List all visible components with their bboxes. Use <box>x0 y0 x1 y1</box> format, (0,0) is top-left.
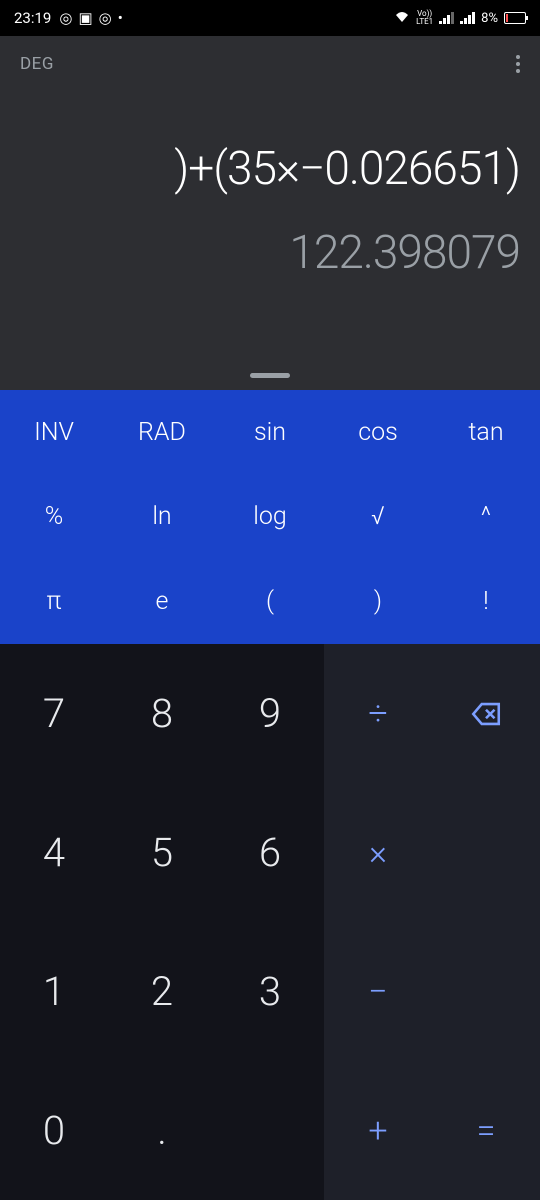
empty-button <box>216 1061 324 1200</box>
empty-op-2 <box>432 922 540 1061</box>
calculator-display: )+(35×−0.026651) 122.398079 <box>0 92 540 390</box>
multiply-button[interactable]: × <box>324 783 432 922</box>
digit-3-button[interactable]: 3 <box>216 922 324 1061</box>
inv-button[interactable]: INV <box>0 390 108 475</box>
delete-button[interactable] <box>432 644 540 783</box>
lte-label: LTE1 <box>416 18 433 26</box>
result-text: 122.398079 <box>20 226 520 280</box>
log-button[interactable]: log <box>216 475 324 560</box>
digit-5-button[interactable]: 5 <box>108 783 216 922</box>
ln-button[interactable]: ln <box>108 475 216 560</box>
app-header: DEG <box>0 36 540 92</box>
tan-button[interactable]: tan <box>432 390 540 475</box>
percent-button[interactable]: % <box>0 475 108 560</box>
angle-mode-label[interactable]: DEG <box>20 54 54 74</box>
number-pad: 7 8 9 4 5 6 1 2 3 0 . <box>0 644 324 1200</box>
wifi-icon <box>394 10 410 26</box>
expression-text[interactable]: )+(35×−0.026651) <box>20 142 520 196</box>
digit-6-button[interactable]: 6 <box>216 783 324 922</box>
e-button[interactable]: e <box>108 559 216 644</box>
plus-button[interactable]: + <box>324 1061 432 1200</box>
digit-1-button[interactable]: 1 <box>0 922 108 1061</box>
scientific-panel: INV RAD sin cos tan % ln log √ ^ π e ( )… <box>0 390 540 644</box>
power-button[interactable]: ^ <box>432 475 540 560</box>
digit-2-button[interactable]: 2 <box>108 922 216 1061</box>
rparen-button[interactable]: ) <box>324 559 432 644</box>
decimal-button[interactable]: . <box>108 1061 216 1200</box>
sin-button[interactable]: sin <box>216 390 324 475</box>
divide-button[interactable]: ÷ <box>324 644 432 783</box>
cos-button[interactable]: cos <box>324 390 432 475</box>
digit-0-button[interactable]: 0 <box>0 1061 108 1200</box>
status-notification-icons: ◎ ▣ ◎ • <box>59 9 122 27</box>
battery-icon <box>504 12 526 24</box>
image-icon: ▣ <box>78 9 92 27</box>
instagram-icon: ◎ <box>99 9 112 27</box>
battery-percent: 8% <box>481 11 498 26</box>
digit-7-button[interactable]: 7 <box>0 644 108 783</box>
more-notifications-icon: • <box>118 9 123 27</box>
status-bar: 23:19 ◎ ▣ ◎ • Vo)) LTE1 8% <box>0 0 540 36</box>
digit-4-button[interactable]: 4 <box>0 783 108 922</box>
empty-op <box>432 783 540 922</box>
status-time: 23:19 <box>14 9 51 27</box>
status-right: Vo)) LTE1 8% <box>394 10 526 26</box>
digit-8-button[interactable]: 8 <box>108 644 216 783</box>
signal-icon <box>439 12 454 24</box>
equals-button[interactable]: = <box>432 1061 540 1200</box>
minus-button[interactable]: − <box>324 922 432 1061</box>
more-options-icon[interactable] <box>516 55 520 73</box>
pi-button[interactable]: π <box>0 559 108 644</box>
digit-9-button[interactable]: 9 <box>216 644 324 783</box>
status-left: 23:19 ◎ ▣ ◎ • <box>14 9 123 27</box>
instagram-icon: ◎ <box>59 9 72 27</box>
factorial-button[interactable]: ! <box>432 559 540 644</box>
rad-button[interactable]: RAD <box>108 390 216 475</box>
lparen-button[interactable]: ( <box>216 559 324 644</box>
sqrt-button[interactable]: √ <box>324 475 432 560</box>
drag-handle[interactable] <box>250 373 290 378</box>
operator-column: ÷ × − + = <box>324 644 540 1200</box>
keypad: 7 8 9 4 5 6 1 2 3 0 . ÷ × − + = <box>0 644 540 1200</box>
signal-icon-2 <box>460 12 475 24</box>
